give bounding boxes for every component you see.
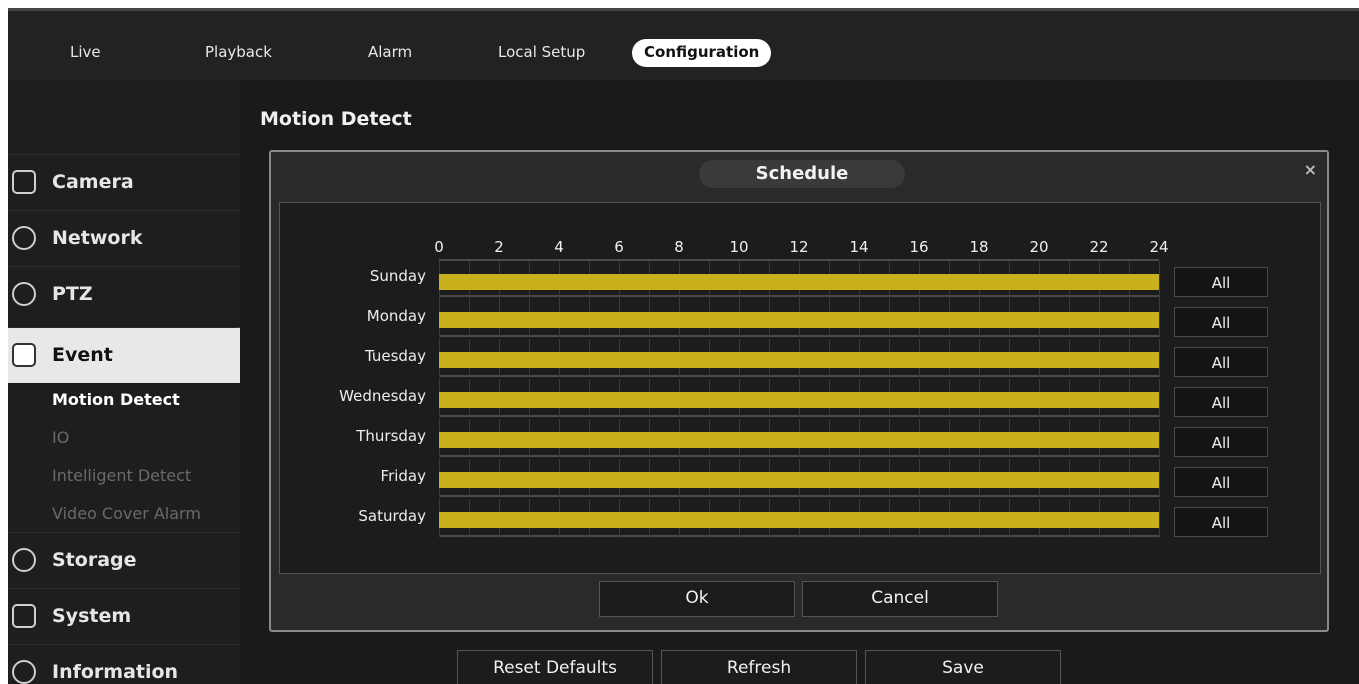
scheduled-time-bar[interactable]	[439, 472, 1159, 488]
day-schedule-row[interactable]	[439, 259, 1160, 299]
day-schedule-row[interactable]	[439, 379, 1160, 417]
system-icon	[12, 604, 36, 628]
hour-label: 0	[434, 238, 444, 256]
sidebar-item-label: Event	[52, 344, 113, 366]
day-label: Wednesday	[339, 387, 426, 405]
hour-tick	[1159, 459, 1160, 497]
hour-tick	[1159, 499, 1160, 537]
sidebar-item-event[interactable]: Event	[8, 327, 240, 383]
all-day-button[interactable]: All	[1174, 307, 1268, 337]
camera-icon	[12, 170, 36, 194]
scheduled-time-bar[interactable]	[439, 312, 1159, 328]
ok-button[interactable]: Ok	[599, 581, 795, 617]
ptz-icon	[12, 282, 36, 306]
hour-tick	[1159, 379, 1160, 417]
network-icon	[12, 226, 36, 250]
day-label: Friday	[380, 467, 426, 485]
hour-label: 6	[614, 238, 624, 256]
storage-icon	[12, 548, 36, 572]
sidebar-item-storage[interactable]: Storage	[8, 532, 240, 588]
page-title: Motion Detect	[260, 108, 412, 130]
hour-label: 4	[554, 238, 564, 256]
day-schedule-row[interactable]	[439, 299, 1160, 337]
sidebar-subitem-intelligent-detect[interactable]: Intelligent Detect	[52, 466, 191, 485]
hour-tick	[1159, 339, 1160, 377]
hour-label: 14	[849, 238, 869, 256]
refresh-button[interactable]: Refresh	[661, 650, 857, 684]
day-label: Monday	[366, 307, 426, 325]
hour-tick	[1159, 261, 1160, 299]
cancel-button[interactable]: Cancel	[802, 581, 998, 617]
sidebar-item-system[interactable]: System	[8, 588, 240, 644]
sidebar-item-label: Camera	[52, 171, 134, 193]
schedule-dialog: Schedule × 0 2 4 6 8 10 12 14 16 18 20 22 24 Sunday Al…	[269, 150, 1329, 632]
day-label: Tuesday	[364, 347, 426, 365]
day-schedule-row[interactable]	[439, 339, 1160, 377]
all-day-button[interactable]: All	[1174, 267, 1268, 297]
hour-label: 12	[789, 238, 809, 256]
hour-tick	[1159, 299, 1160, 337]
sidebar-item-label: System	[52, 605, 132, 627]
hour-label: 8	[674, 238, 684, 256]
scheduled-time-bar[interactable]	[439, 352, 1159, 368]
all-day-button[interactable]: All	[1174, 387, 1268, 417]
scheduled-time-bar[interactable]	[439, 512, 1159, 528]
day-label: Thursday	[356, 427, 426, 445]
hour-label: 18	[969, 238, 989, 256]
sidebar-item-network[interactable]: Network	[8, 210, 240, 266]
sidebar-item-label: Storage	[52, 549, 137, 571]
close-icon[interactable]: ×	[1304, 160, 1317, 179]
sidebar-subitem-video-cover-alarm[interactable]: Video Cover Alarm	[52, 504, 201, 523]
hour-label: 16	[909, 238, 929, 256]
day-label: Saturday	[358, 507, 426, 525]
event-icon	[12, 343, 36, 367]
tab-alarm[interactable]: Alarm	[368, 39, 412, 67]
scheduled-time-bar[interactable]	[439, 432, 1159, 448]
tab-playback[interactable]: Playback	[205, 39, 272, 67]
sidebar-item-information[interactable]: Information	[8, 644, 240, 684]
save-button[interactable]: Save	[865, 650, 1061, 684]
all-day-button[interactable]: All	[1174, 507, 1268, 537]
information-icon	[12, 660, 36, 684]
sidebar: Camera Network PTZ Event Motion Detect I…	[8, 80, 254, 684]
sidebar-item-ptz[interactable]: PTZ	[8, 266, 240, 322]
hour-tick	[1159, 419, 1160, 457]
sidebar-item-label: Information	[52, 661, 179, 683]
scheduled-time-bar[interactable]	[439, 392, 1159, 408]
schedule-grid: 0 2 4 6 8 10 12 14 16 18 20 22 24 Sunday All Monday All T…	[279, 202, 1321, 574]
tab-live[interactable]: Live	[70, 39, 101, 67]
all-day-button[interactable]: All	[1174, 427, 1268, 457]
sidebar-subitem-motion-detect[interactable]: Motion Detect	[52, 390, 180, 409]
hour-label: 22	[1089, 238, 1109, 256]
day-schedule-row[interactable]	[439, 459, 1160, 497]
tab-local-setup[interactable]: Local Setup	[498, 39, 585, 67]
sidebar-item-label: Network	[52, 227, 143, 249]
hour-label: 2	[494, 238, 504, 256]
top-navigation: Live Playback Alarm Local Setup Configur…	[8, 8, 1359, 80]
hour-label: 24	[1149, 238, 1169, 256]
sidebar-item-camera[interactable]: Camera	[8, 154, 240, 210]
all-day-button[interactable]: All	[1174, 467, 1268, 497]
dialog-title: Schedule	[699, 160, 905, 188]
scheduled-time-bar[interactable]	[439, 274, 1159, 290]
sidebar-item-label: PTZ	[52, 283, 93, 305]
reset-defaults-button[interactable]: Reset Defaults	[457, 650, 653, 684]
day-schedule-row[interactable]	[439, 419, 1160, 457]
all-day-button[interactable]: All	[1174, 347, 1268, 377]
hour-label: 20	[1029, 238, 1049, 256]
main-content: Motion Detect Schedule × 0 2 4 6 8 10 12 14 16 18…	[240, 80, 1359, 684]
hour-label: 10	[729, 238, 749, 256]
sidebar-subitem-io[interactable]: IO	[52, 428, 69, 447]
tab-configuration[interactable]: Configuration	[632, 39, 772, 67]
day-schedule-row[interactable]	[439, 499, 1160, 537]
app-window: Live Playback Alarm Local Setup Configur…	[8, 8, 1359, 684]
day-label: Sunday	[369, 267, 426, 285]
